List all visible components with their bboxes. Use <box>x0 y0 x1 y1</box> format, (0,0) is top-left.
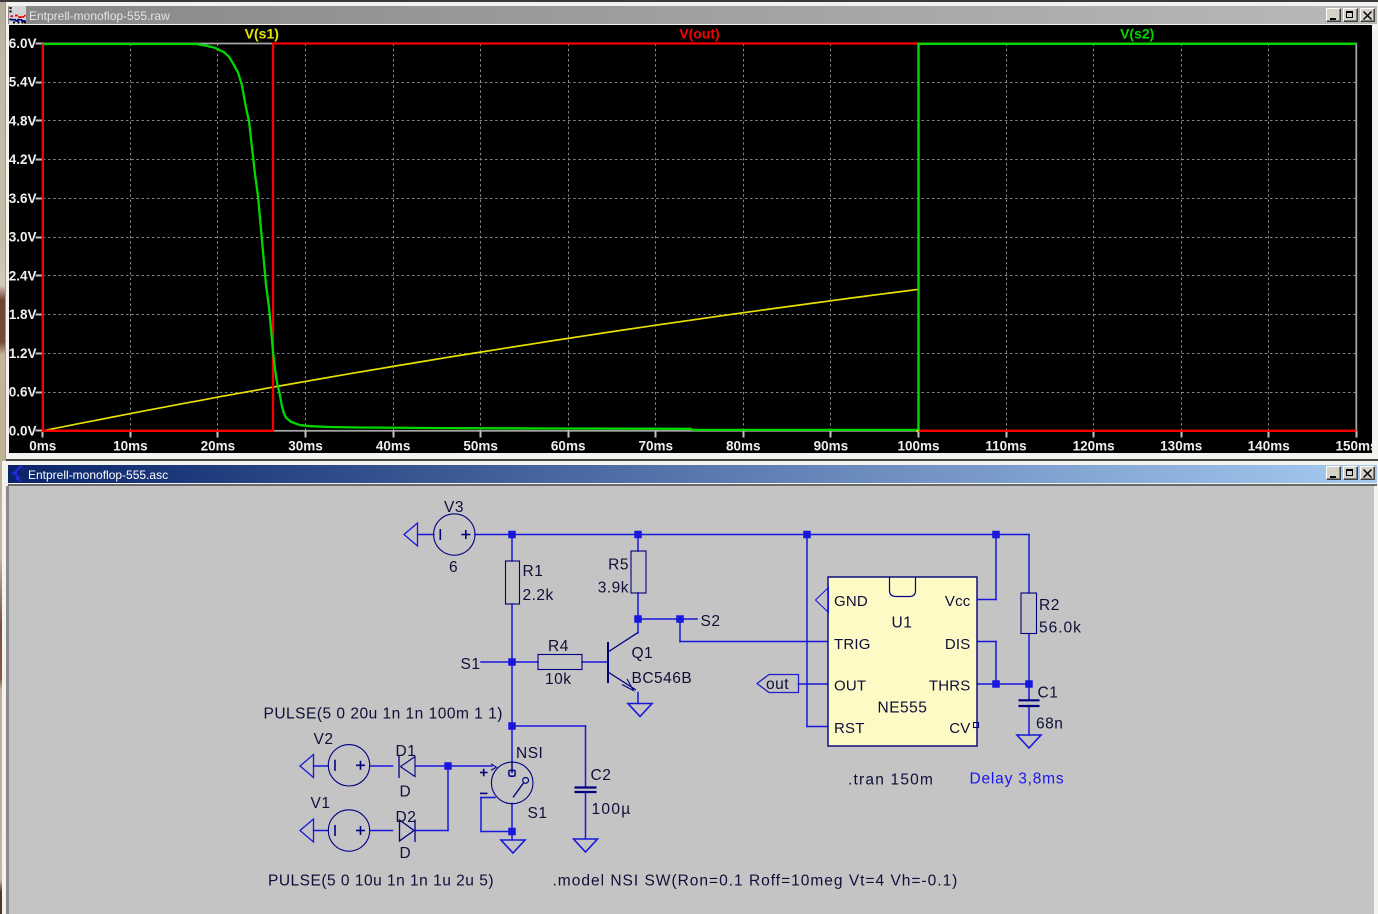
svg-text:5.4V: 5.4V <box>9 75 37 90</box>
svg-text:GND: GND <box>834 593 868 610</box>
svg-text:6.0V: 6.0V <box>9 36 37 51</box>
svg-text:BC546B: BC546B <box>632 670 693 687</box>
svg-text:S2: S2 <box>701 613 721 630</box>
svg-text:.tran 150m: .tran 150m <box>848 772 934 789</box>
svg-text:V1: V1 <box>311 795 331 812</box>
svg-text:D1: D1 <box>396 743 417 760</box>
svg-text:out: out <box>766 676 789 693</box>
svg-text:10k: 10k <box>545 671 572 688</box>
svg-text:R5: R5 <box>608 557 629 574</box>
svg-text:V(out): V(out) <box>679 26 719 42</box>
svg-text:OUT: OUT <box>834 678 866 695</box>
svg-text:0ms: 0ms <box>29 439 56 454</box>
svg-text:80ms: 80ms <box>726 439 761 454</box>
svg-text:50ms: 50ms <box>463 439 498 454</box>
svg-text:3.9k: 3.9k <box>598 580 629 597</box>
svg-text:2.4V: 2.4V <box>9 268 37 283</box>
svg-text:.model NSI SW(Ron=0.1 Roff=10m: .model NSI SW(Ron=0.1 Roff=10meg Vt=4 Vh… <box>553 873 959 890</box>
svg-text:30ms: 30ms <box>288 439 323 454</box>
svg-text:100µ: 100µ <box>592 801 632 818</box>
svg-text:TRIG: TRIG <box>834 636 871 653</box>
svg-text:4.2V: 4.2V <box>9 152 37 167</box>
svg-text:Vcc: Vcc <box>945 593 971 610</box>
svg-text:120ms: 120ms <box>1073 439 1115 454</box>
svg-text:NE555: NE555 <box>878 700 928 717</box>
svg-text:D2: D2 <box>396 809 417 826</box>
svg-text:DIS: DIS <box>945 636 971 653</box>
svg-text:2.2k: 2.2k <box>523 587 554 604</box>
svg-text:S1: S1 <box>461 656 481 673</box>
svg-text:150ms: 150ms <box>1335 439 1372 454</box>
svg-text:Q1: Q1 <box>632 645 654 662</box>
svg-text:0.0V: 0.0V <box>9 423 37 438</box>
svg-text:V2: V2 <box>314 731 334 748</box>
svg-text:R4: R4 <box>548 638 569 655</box>
svg-text:60ms: 60ms <box>551 439 586 454</box>
svg-text:V3: V3 <box>444 499 464 516</box>
svg-text:100ms: 100ms <box>897 439 939 454</box>
svg-text:130ms: 130ms <box>1160 439 1202 454</box>
svg-text:V(s1): V(s1) <box>245 26 279 42</box>
svg-text:S1: S1 <box>528 805 548 822</box>
svg-text:U1: U1 <box>892 615 913 632</box>
svg-text:56.0k: 56.0k <box>1039 620 1082 637</box>
svg-text:Delay 3,8ms: Delay 3,8ms <box>970 771 1065 788</box>
svg-text:D: D <box>400 784 412 801</box>
svg-text:0.6V: 0.6V <box>9 385 37 400</box>
svg-text:PULSE(5 0 20u 1n 1n 100m 1 1): PULSE(5 0 20u 1n 1n 100m 1 1) <box>264 706 503 723</box>
svg-text:4.8V: 4.8V <box>9 114 37 129</box>
svg-text:V(s2): V(s2) <box>1120 26 1154 42</box>
svg-text:THRS: THRS <box>929 678 971 695</box>
svg-text:CV: CV <box>949 720 970 737</box>
svg-text:R2: R2 <box>1039 597 1060 614</box>
svg-text:20ms: 20ms <box>201 439 236 454</box>
svg-text:NSI: NSI <box>516 745 543 762</box>
svg-text:10ms: 10ms <box>113 439 148 454</box>
svg-text:70ms: 70ms <box>639 439 674 454</box>
svg-text:110ms: 110ms <box>985 439 1026 454</box>
svg-text:140ms: 140ms <box>1248 439 1290 454</box>
svg-text:C2: C2 <box>591 767 612 784</box>
svg-text:RST: RST <box>834 720 865 737</box>
svg-text:6: 6 <box>449 559 458 576</box>
svg-text:D: D <box>400 845 412 862</box>
svg-text:1.2V: 1.2V <box>9 346 37 361</box>
svg-text:68n: 68n <box>1036 716 1063 733</box>
svg-text:3.0V: 3.0V <box>9 230 37 245</box>
svg-text:3.6V: 3.6V <box>9 191 37 206</box>
svg-text:R1: R1 <box>523 563 544 580</box>
svg-text:40ms: 40ms <box>376 439 411 454</box>
svg-text:1.8V: 1.8V <box>9 307 37 322</box>
svg-text:90ms: 90ms <box>814 439 849 454</box>
svg-text:C1: C1 <box>1038 685 1059 702</box>
svg-text:PULSE(5 0 10u 1n 1n 1u 2u 5): PULSE(5 0 10u 1n 1n 1u 2u 5) <box>268 873 494 890</box>
